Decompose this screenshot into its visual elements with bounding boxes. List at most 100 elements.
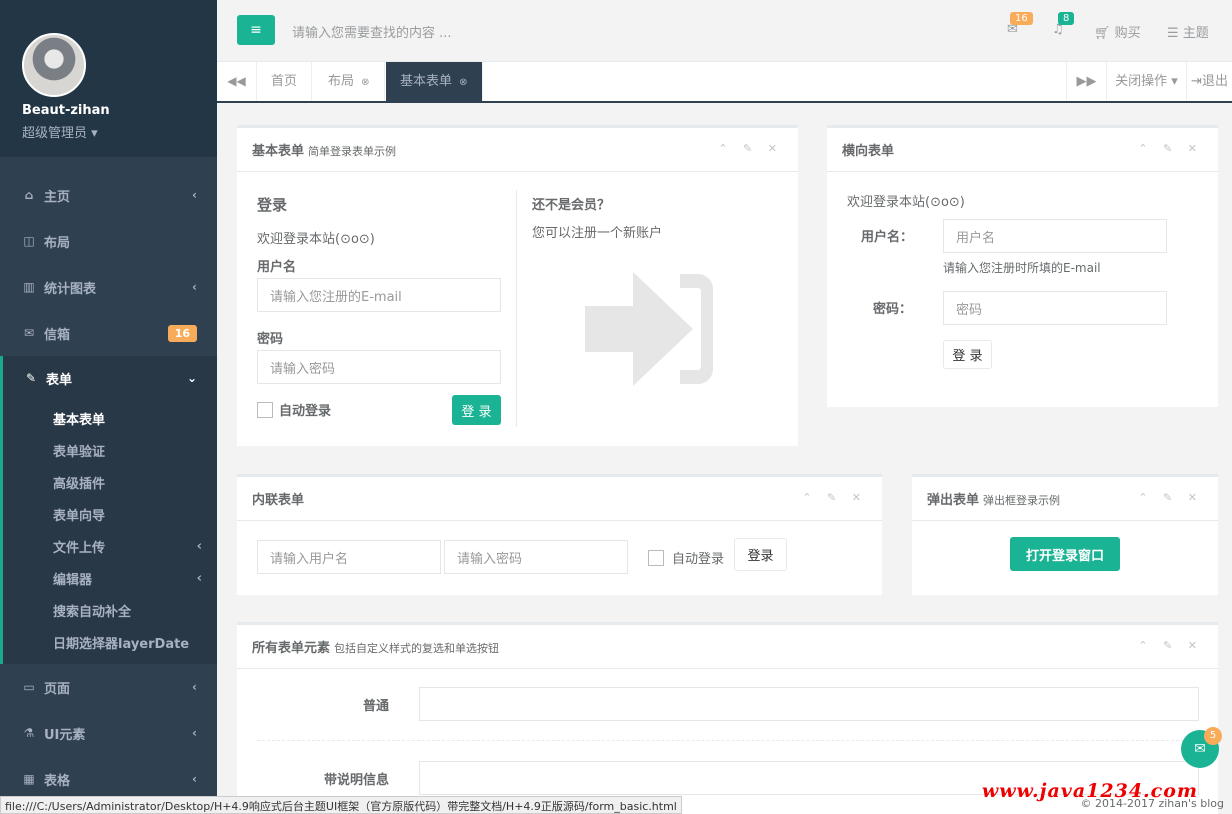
sidebar-item-label: 表格 [44,773,71,789]
welcome-text: 欢迎登录本站(⊙o⊙) [847,195,965,210]
panel-subtitle: 简单登录表单示例 [308,145,397,158]
sidebar-item-mailbox[interactable]: ✉ 信箱 16 [0,310,217,356]
open-login-modal-button[interactable]: 打开登录窗口 [1010,537,1120,571]
remember-label: 自动登录 [672,552,725,567]
panel-tools[interactable]: ⌃ ✎ ✕ [1138,142,1203,155]
sidebar-subitem-editor[interactable]: 编辑器 ‹ [3,562,217,594]
tab-label: 基本表单 [400,74,453,89]
login-button[interactable]: 登 录 [452,395,501,425]
sidebar-subitem-file-upload[interactable]: 文件上传 ‹ [3,530,217,562]
password-label: 密码 [257,332,284,347]
sidebar-item-label: UI元素 [44,727,86,743]
sidebar-subitem-form-validate[interactable]: 表单验证 [3,434,217,466]
sidebar-item-pages[interactable]: ▭ 页面 ‹ [0,664,217,710]
sidebar-subitem-advanced-plugins[interactable]: 高级插件 [3,466,217,498]
panel-heading: 弹出表单 弹出框登录示例 [927,493,1061,508]
panel-tools[interactable]: ⌃ ✎ ✕ [802,491,867,504]
divider [257,740,1199,741]
panel-title: 横向表单 ⌃ ✎ ✕ [827,128,1218,172]
panel-tools[interactable]: ⌃ ✎ ✕ [1138,639,1203,652]
normal-input[interactable] [419,687,1199,721]
inline-password-field[interactable]: 请输入密码 [444,540,628,574]
sidebar-subitem-autocomplete[interactable]: 搜索自动补全 [3,594,217,626]
theme-label: 主题 [1182,26,1209,41]
messages-badge: 16 [1010,12,1033,25]
username-label: 用户名 [257,260,297,275]
panel-title: 基本表单 简单登录表单示例 ⌃ ✎ ✕ [237,128,798,172]
panel-tools[interactable]: ⌃ ✎ ✕ [1138,491,1203,504]
sidebar-item-ui-elements[interactable]: ⚗ UI元素 ‹ [0,710,217,756]
login-heading: 登录 [257,196,288,214]
sign-in-icon [585,272,713,386]
logout-label: 退出 [1201,74,1228,89]
desktop-icon: ▭ [23,680,35,694]
panel-subtitle: 弹出框登录示例 [983,494,1061,507]
sidebar-item-charts[interactable]: ▥ 统计图表 ‹ [0,264,217,310]
sidebar-subitem-layerdate[interactable]: 日期选择器layerDate [3,626,217,658]
flask-icon: ⚗ [23,726,35,740]
bar-chart-icon: ▥ [23,280,35,294]
tab-basic-form[interactable]: 基本表单 ⊗ [386,62,483,101]
login-button[interactable]: 登 录 [943,340,992,369]
tab-home[interactable]: 首页 [257,62,313,101]
close-icon[interactable]: ⊗ [361,77,369,88]
panel-subtitle: 包括自定义样式的复选和单选按钮 [334,642,500,655]
sidebar-item-label: 页面 [44,681,71,697]
password-field[interactable]: 密码 [943,291,1167,325]
logout-button[interactable]: ⇥退出 [1186,62,1232,101]
panel-tools[interactable]: ⌃ ✎ ✕ [718,142,783,155]
cart-icon: 🛒︎ [1094,26,1111,41]
basic-form-panel: 基本表单 简单登录表单示例 ⌃ ✎ ✕ 登录 欢迎登录本站(⊙o⊙) 用户名 请输… [237,125,798,446]
top-search-input[interactable]: 请输入您需要查找的内容 ... [292,22,452,41]
sidebar: Beaut-zihan 超级管理员 ▾ ⌂ 主页 ‹ ◫ 布局 ▥ 统计图表 ‹… [0,0,217,814]
sidebar-subitem-basic-form[interactable]: 基本表单 [3,402,217,434]
close-operations-dropdown[interactable]: 关闭操作 ▾ [1106,62,1186,101]
remember-label: 自动登录 [279,404,332,419]
menu-toggle-button[interactable]: ≡ [237,15,275,45]
username-field[interactable]: 用户名 [943,219,1167,253]
remember-checkbox[interactable] [648,549,664,566]
help-text-label: 带说明信息 [324,773,390,788]
table-icon: ▦ [23,772,35,786]
chevron-left-icon: ‹ [196,570,202,586]
password-label: 密码： [873,302,913,317]
envelope-icon: ✉ [23,326,35,340]
chevron-left-icon: ‹ [192,680,197,694]
sidebar-item-layout[interactable]: ◫ 布局 [0,218,217,264]
sidebar-item-label: 统计图表 [44,281,97,297]
sidebar-subitem-form-wizard[interactable]: 表单向导 [3,498,217,530]
chevron-down-icon: ⌄ [186,371,197,385]
notifications-button[interactable]: ♫ 8 [1052,12,1075,37]
remember-me[interactable]: 自动登录 [257,400,331,419]
user-role-dropdown[interactable]: 超级管理员 ▾ [22,122,217,141]
sidebar-item-forms[interactable]: ✎ 表单 ⌄ [0,356,217,400]
login-button[interactable]: 登录 [734,538,787,571]
sidebar-item-home[interactable]: ⌂ 主页 ‹ [0,172,217,218]
tasks-icon: ☰ [1167,26,1179,41]
theme-link[interactable]: ☰ 主题 [1167,22,1209,41]
inline-username-field[interactable]: 请输入用户名 [257,540,441,574]
remember-checkbox[interactable] [257,401,273,418]
mail-count-badge: 16 [167,324,197,342]
password-field[interactable]: 请输入密码 [257,350,501,384]
messages-button[interactable]: ✉ 16 [1007,12,1033,37]
tabs-scroll-right-button[interactable]: ▶▶ [1066,62,1106,101]
panel-heading: 基本表单 简单登录表单示例 [252,144,397,159]
avatar[interactable] [22,33,86,97]
buy-link[interactable]: 🛒︎ 购买 [1094,22,1141,41]
tab-layout[interactable]: 布局 ⊗ [314,62,385,101]
sidebar-item-label: 布局 [44,235,71,251]
register-text: 您可以注册一个新账户 [532,226,663,241]
panel-heading: 横向表单 [842,144,895,159]
close-icon[interactable]: ⊗ [459,77,467,88]
sign-out-icon: ⇥ [1191,74,1202,89]
email-field[interactable]: 请输入您注册的E-mail [257,278,501,312]
chevron-left-icon: ‹ [192,772,197,786]
tabs-scroll-left-button[interactable]: ◀◀ [217,62,257,101]
content-tabs-bar: ◀◀ 首页 布局 ⊗ 基本表单 ⊗ ▶▶ 关闭操作 ▾ ⇥退出 [217,62,1232,103]
horizontal-form-panel: 横向表单 ⌃ ✎ ✕ 欢迎登录本站(⊙o⊙) 用户名： 用户名 请输入您注册时所… [827,125,1218,407]
remember-me[interactable]: 自动登录 [648,548,724,567]
user-name[interactable]: Beaut-zihan [22,103,217,118]
not-member-heading: 还不是会员？ [532,198,611,213]
username-help-text: 请输入您注册时所填的E-mail [943,261,1101,275]
